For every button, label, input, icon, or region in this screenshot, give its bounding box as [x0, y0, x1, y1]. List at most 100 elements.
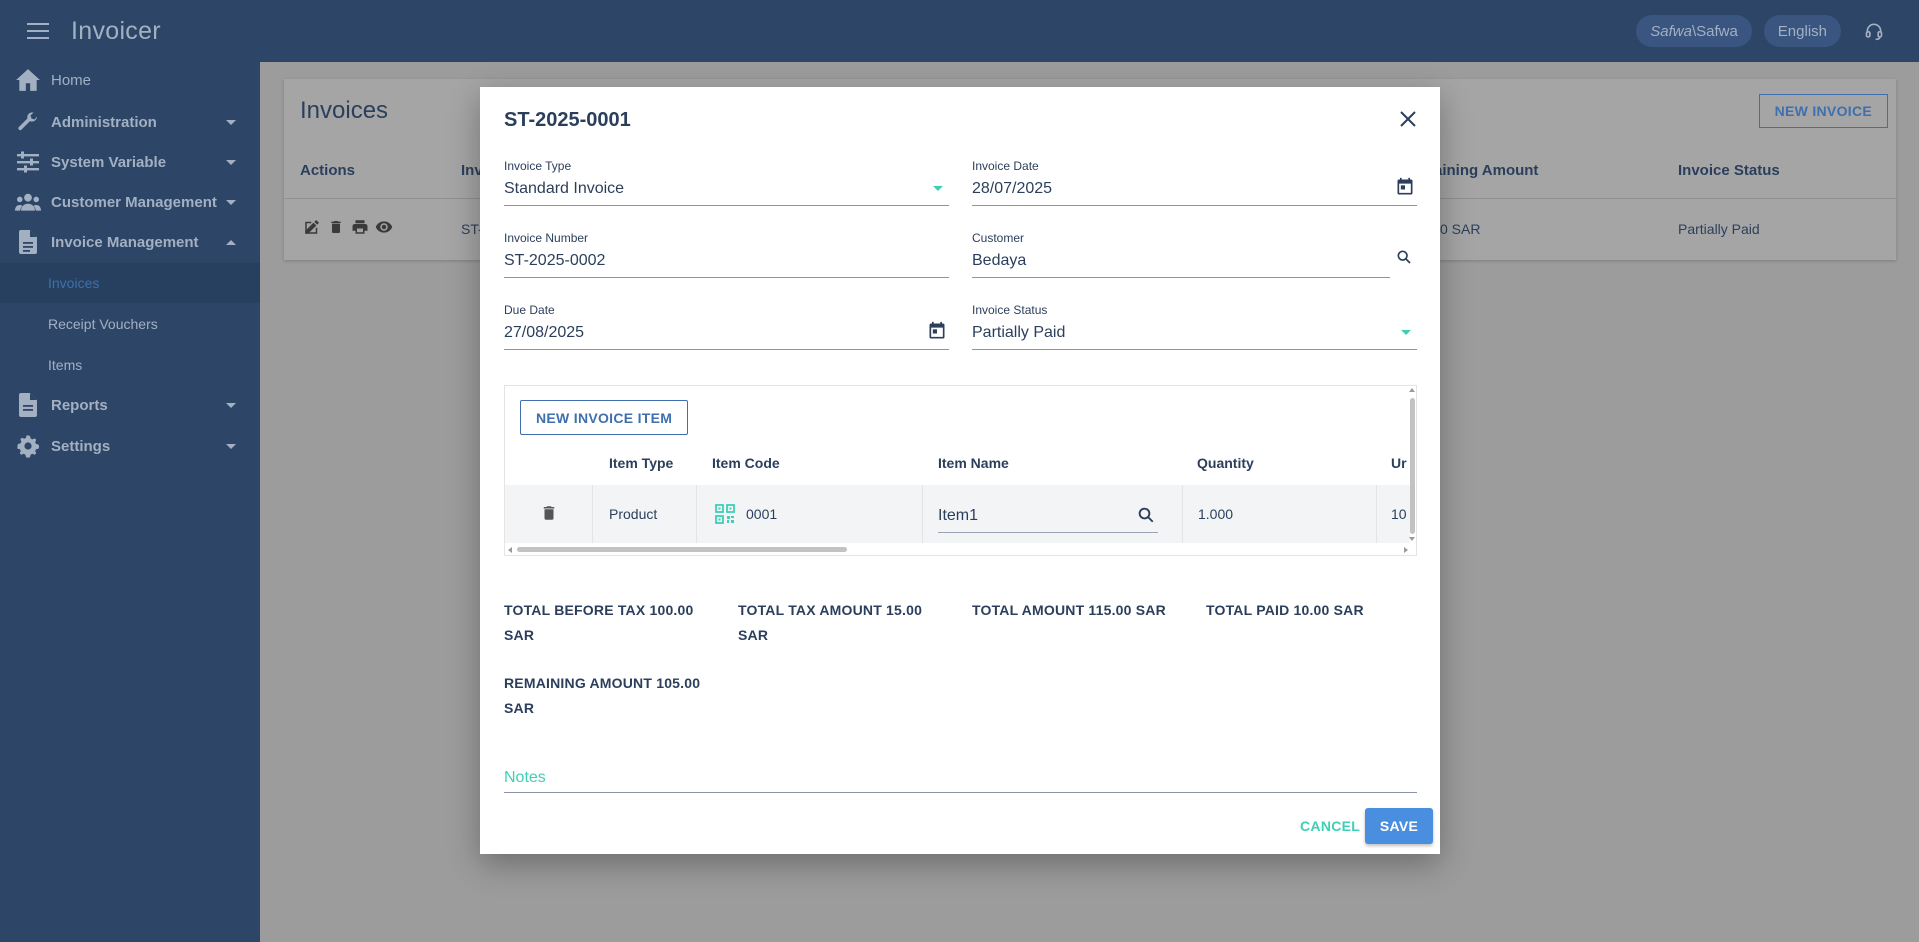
cell-remaining-amount: 0 SAR: [1440, 221, 1481, 237]
remaining-amount: REMAINING AMOUNT 105.00 SAR: [504, 675, 701, 716]
item-code-value: 0001: [746, 506, 778, 522]
edit-icon[interactable]: [302, 217, 322, 237]
trash-icon[interactable]: [540, 503, 558, 526]
sidebar-item-administration[interactable]: Administration: [0, 102, 260, 142]
trash-icon[interactable]: [326, 217, 346, 237]
field-label: Customer: [972, 231, 1025, 245]
qr-code-icon[interactable]: [715, 504, 735, 524]
save-button[interactable]: SAVE: [1365, 808, 1433, 844]
user-chip[interactable]: Safwa \Safwa: [1636, 15, 1752, 47]
field-label: Invoice Type: [504, 159, 572, 173]
sidebar-item-label: Home: [51, 71, 92, 89]
sidebar-subitem-items[interactable]: Items: [0, 345, 260, 385]
sidebar-item-label: Settings: [51, 437, 111, 455]
sidebar-item-system-variable[interactable]: System Variable: [0, 142, 260, 182]
field-value: 27/08/2025: [504, 324, 585, 341]
chevron-up-icon: [226, 239, 236, 245]
close-icon[interactable]: [1396, 107, 1420, 131]
sidebar-item-label: Invoice Management: [51, 233, 199, 251]
calendar-icon[interactable]: [925, 319, 949, 343]
sidebar-item-reports[interactable]: Reports: [0, 385, 260, 425]
chevron-down-icon: [226, 159, 236, 165]
field-value: 28/07/2025: [972, 180, 1053, 197]
field-label: Due Date: [504, 303, 555, 317]
field-value: Bedaya: [972, 252, 1027, 269]
chevron-down-icon: [226, 402, 236, 408]
field-value: Standard Invoice: [504, 180, 625, 197]
search-icon[interactable]: [1392, 245, 1416, 269]
item-name-value: Item1: [938, 507, 979, 524]
dialog-title: ST-2025-0001: [504, 109, 631, 131]
cell-item-type: Product: [593, 485, 697, 543]
gear-icon: [15, 433, 41, 459]
column-header-quantity: Quantity: [1197, 455, 1254, 471]
users-icon: [15, 189, 41, 215]
chevron-down-icon: [1401, 330, 1411, 335]
sidebar-item-label: Administration: [51, 113, 157, 131]
column-header-actions: Actions: [300, 162, 356, 179]
row-actions: [302, 217, 394, 237]
new-invoice-button[interactable]: NEW INVOICE: [1758, 94, 1888, 128]
column-header-remaining-amount: aining Amount: [1434, 162, 1539, 179]
cell-item-name[interactable]: Item1: [923, 485, 1183, 543]
document-icon: [15, 392, 41, 418]
document-icon: [15, 229, 41, 255]
invoice-items-panel: NEW INVOICE ITEM Item Type Item Code Ite…: [504, 385, 1417, 556]
sidebar-item-label: Reports: [51, 396, 108, 414]
calendar-icon[interactable]: [1393, 175, 1417, 199]
column-header-invoice-status: Invoice Status: [1678, 162, 1780, 179]
scroll-right-arrow[interactable]: [1404, 547, 1408, 553]
top-app-bar: Invoicer Safwa \Safwa English: [0, 0, 1919, 62]
page-title: Invoices: [300, 97, 389, 124]
user-chip-rest: \Safwa: [1691, 22, 1738, 40]
total-tax-amount: TOTAL TAX AMOUNT 15.00 SAR: [738, 602, 923, 643]
sidebar-item-customer-management[interactable]: Customer Management: [0, 182, 260, 222]
column-header-item-name: Item Name: [938, 455, 1009, 471]
language-chip[interactable]: English: [1763, 15, 1841, 47]
home-icon: [15, 67, 41, 93]
sidebar-item-label: Customer Management: [51, 193, 217, 211]
total-paid: TOTAL PAID 10.00 SAR: [1206, 602, 1364, 618]
sidebar: Home Administration System Variable Cust…: [0, 62, 260, 942]
item-name-input[interactable]: Item1: [938, 497, 1158, 533]
sidebar-item-home[interactable]: Home: [0, 60, 260, 100]
sidebar-item-invoice-management[interactable]: Invoice Management: [0, 222, 260, 262]
total-amount: TOTAL AMOUNT 115.00 SAR: [972, 602, 1166, 618]
sidebar-item-label: System Variable: [51, 153, 167, 171]
delete-row-cell: [505, 485, 593, 543]
eye-icon[interactable]: [374, 217, 394, 237]
column-header-item-code: Item Code: [712, 455, 780, 471]
user-chip-italic: Safwa: [1650, 22, 1692, 40]
chevron-down-icon: [226, 443, 236, 449]
table-row: Product 0001 Item1 1.000 10: [505, 485, 1410, 543]
total-before-tax: TOTAL BEFORE TAX 100.00 SAR: [504, 602, 694, 643]
chevron-down-icon: [933, 186, 943, 191]
menu-icon[interactable]: [27, 23, 49, 39]
chevron-down-icon: [226, 199, 236, 205]
field-label: Invoice Status: [972, 303, 1048, 317]
cancel-button[interactable]: CANCEL: [1292, 808, 1368, 844]
invoice-dialog: ST-2025-0001 Invoice Type Standard Invoi…: [480, 87, 1440, 854]
sidebar-subitem-receipt-vouchers[interactable]: Receipt Vouchers: [0, 304, 260, 344]
scroll-up-arrow[interactable]: [1409, 388, 1415, 392]
scroll-down-arrow[interactable]: [1409, 537, 1415, 541]
field-label: Invoice Number: [504, 231, 589, 245]
horizontal-scrollbar[interactable]: [517, 547, 847, 552]
search-icon[interactable]: [1134, 503, 1158, 527]
new-invoice-item-button[interactable]: NEW INVOICE ITEM: [520, 400, 689, 435]
cell-quantity[interactable]: 1.000: [1183, 485, 1377, 543]
column-header-item-type: Item Type: [609, 455, 674, 471]
print-icon[interactable]: [350, 217, 370, 237]
field-value: ST-2025-0002: [504, 252, 606, 269]
field-label: Invoice Date: [972, 159, 1039, 173]
notes-field[interactable]: Notes: [504, 767, 1417, 793]
vertical-scrollbar[interactable]: [1410, 398, 1415, 534]
headset-icon[interactable]: [1859, 16, 1889, 46]
cell-invoice-status: Partially Paid: [1678, 221, 1760, 237]
scroll-left-arrow[interactable]: [508, 547, 512, 553]
chevron-down-icon: [226, 119, 236, 125]
sidebar-item-settings[interactable]: Settings: [0, 426, 260, 466]
cell-item-code[interactable]: 0001: [697, 485, 923, 543]
sidebar-subitem-invoices[interactable]: Invoices: [0, 263, 260, 303]
wrench-icon: [15, 109, 41, 135]
